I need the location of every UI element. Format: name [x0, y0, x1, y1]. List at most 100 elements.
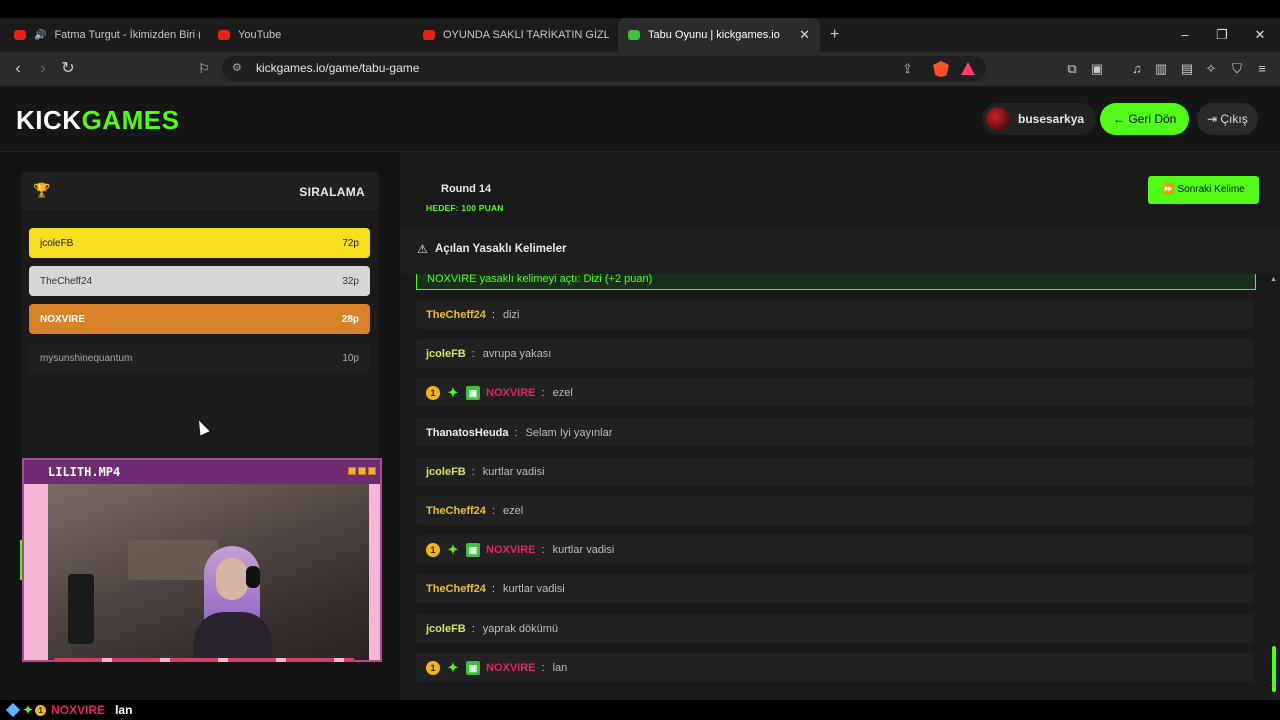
- chat-username[interactable]: NOXVIRE: [486, 662, 536, 674]
- chat-username[interactable]: ThanatosHeuda: [426, 427, 509, 439]
- site-settings-icon[interactable]: ⚙: [232, 61, 242, 74]
- chat-separator: :: [541, 386, 545, 399]
- streamer-figure: [194, 546, 272, 660]
- chat-username[interactable]: TheCheff24: [426, 505, 486, 517]
- chat-separator: :: [541, 543, 545, 556]
- browser-tab-3[interactable]: OYUNDA SAKLI TARİKATIN GİZLİ SIRI: [413, 18, 609, 52]
- close-window-icon[interactable]: ✕: [1250, 18, 1270, 52]
- forward-icon[interactable]: ›: [33, 59, 53, 79]
- new-tab-icon[interactable]: +: [830, 18, 839, 52]
- youtube-icon: [14, 30, 26, 40]
- scroll-down-icon[interactable]: ▼: [1270, 684, 1277, 691]
- chat-username[interactable]: TheCheff24: [426, 309, 486, 321]
- forbidden-words-header: ⚠ Açılan Yasaklı Kelimeler: [400, 228, 1280, 274]
- chat-text: ezel: [502, 504, 524, 517]
- chat-message: 1 ✦ ▣ NOXVIRE: ezel: [416, 378, 1254, 407]
- brave-rewards-icon[interactable]: [961, 62, 975, 75]
- forbidden-words-title: Açılan Yasaklı Kelimeler: [435, 243, 567, 255]
- vpn-icon[interactable]: ⛉: [1228, 61, 1246, 77]
- kickgames-logo[interactable]: KICKGAMES: [16, 105, 179, 136]
- chat-username[interactable]: jcoleFB: [426, 623, 466, 635]
- browser-tab-1[interactable]: 🔊 Fatma Turgut - İkimizden Biri (Ca: [4, 18, 200, 52]
- tab-title: Tabu Oyunu | kickgames.io: [648, 29, 780, 41]
- badge-one-icon: 1: [35, 704, 47, 716]
- chat-message: TheCheff24: dizi: [416, 300, 1254, 329]
- chat-message: 1 ✦ ▣ NOXVIRE: kurtlar vadisi: [416, 535, 1254, 564]
- chat-text: dizi: [502, 308, 520, 321]
- next-word-button[interactable]: ⏩ Sonraki Kelime: [1148, 176, 1259, 204]
- player-name: jcoleFB: [40, 237, 74, 249]
- chat-username[interactable]: NOXVIRE: [486, 544, 536, 556]
- exit-button[interactable]: ⇥ Çıkış: [1197, 103, 1258, 135]
- extensions-icon[interactable]: ⧉: [1063, 61, 1081, 77]
- chat-feed[interactable]: NOXVIRE yasaklı kelimeyi açtı: Dizi (+2 …: [416, 274, 1256, 692]
- webcam-overlay: LILITH.MP4: [22, 458, 382, 662]
- tab-title: OYUNDA SAKLI TARİKATIN GİZLİ SIRI: [443, 29, 609, 41]
- chat-message: TheCheff24: kurtlar vadisi: [416, 574, 1254, 603]
- user-profile[interactable]: busesarkya: [982, 103, 1097, 135]
- url-text[interactable]: kickgames.io/game/tabu-game: [256, 61, 419, 75]
- ranking-row: mysunshinequantum 10p: [29, 343, 370, 373]
- sparkle-icon: ✦: [447, 384, 459, 400]
- round-target: HEDEF: 100 PUAN: [426, 203, 504, 213]
- chat-text: kurtlar vadisi: [502, 582, 565, 595]
- tab-search-icon[interactable]: ▣: [1088, 61, 1106, 77]
- webcam-border-decoration: [54, 658, 354, 662]
- round-info: Round 14 HEDEF: 100 PUAN ⏩ Sonraki Kelim…: [400, 152, 1280, 228]
- chat-text: kurtlar vadisi: [552, 543, 615, 556]
- chat-username[interactable]: jcoleFB: [426, 348, 466, 360]
- menu-icon[interactable]: ≡: [1253, 61, 1271, 76]
- sidebar-icon[interactable]: ▥: [1152, 61, 1170, 77]
- wallet-icon[interactable]: ▤: [1178, 61, 1196, 77]
- badge-one-icon: 1: [426, 542, 440, 557]
- chat-username[interactable]: NOXVIRE: [486, 387, 536, 399]
- address-bar[interactable]: ⚙ kickgames.io/game/tabu-game: [222, 56, 986, 82]
- chat-separator: :: [491, 308, 495, 321]
- back-icon[interactable]: ‹: [8, 59, 28, 79]
- back-button[interactable]: ← Geri Dön: [1100, 103, 1190, 135]
- tab-title: Fatma Turgut - İkimizden Biri (Ca: [54, 29, 200, 41]
- share-icon[interactable]: ⇪: [902, 61, 913, 77]
- webcam-title: LILITH.MP4: [48, 465, 121, 479]
- warning-icon: ⚠: [417, 242, 428, 256]
- avatar: [986, 107, 1010, 131]
- chat-separator: :: [471, 465, 475, 478]
- chat-separator: :: [514, 426, 518, 439]
- chat-text: lan: [552, 661, 568, 674]
- chat-message: jcoleFB: kurtlar vadisi: [416, 457, 1254, 486]
- ranking-card: 🏆 SIRALAMA jcoleFB 72p TheCheff24 32p NO…: [21, 172, 379, 460]
- stream-chat-overlay: ✦ 1 NOXVIRE lan: [0, 700, 1280, 720]
- chat-username[interactable]: TheCheff24: [426, 583, 486, 595]
- chat-scrollbar[interactable]: ▲ ▼: [1270, 274, 1277, 694]
- browser-toolbar: ‹ › ↻ ⚐ ⚙ kickgames.io/game/tabu-game ⇪ …: [0, 52, 1280, 86]
- chat-text: Selam Iyi yayınlar: [525, 426, 613, 439]
- browser-tab-2[interactable]: YouTube: [208, 18, 404, 52]
- username: busesarkya: [1018, 112, 1085, 126]
- webcam-titlebar: LILITH.MP4: [24, 460, 380, 484]
- badge-one-icon: 1: [426, 385, 440, 400]
- speaker-icon[interactable]: 🔊: [34, 30, 46, 41]
- webcam-video: [48, 484, 369, 660]
- chat-username[interactable]: jcoleFB: [426, 466, 466, 478]
- bookmark-icon[interactable]: ⚐: [194, 59, 214, 79]
- overlay-username: NOXVIRE: [51, 703, 106, 717]
- ranking-header: 🏆 SIRALAMA: [21, 172, 379, 210]
- close-tab-icon[interactable]: ✕: [799, 27, 810, 43]
- media-icon[interactable]: ♫: [1128, 61, 1146, 76]
- system-message: NOXVIRE yasaklı kelimeyi açtı: Dizi (+2 …: [416, 274, 1256, 290]
- scroll-up-icon[interactable]: ▲: [1270, 276, 1277, 283]
- leo-ai-icon[interactable]: ✧: [1202, 61, 1220, 77]
- chat-separator: :: [471, 622, 475, 635]
- browser-tab-active[interactable]: Tabu Oyunu | kickgames.io ✕: [618, 18, 820, 52]
- diamond-icon: [5, 702, 21, 718]
- youtube-icon: [423, 30, 435, 40]
- chat-text: ezel: [552, 386, 573, 399]
- minimize-icon: [348, 467, 356, 475]
- sparkle-icon: ✦: [447, 659, 459, 675]
- chat-message: jcoleFB: yaprak dökümü: [416, 614, 1254, 643]
- restore-icon[interactable]: ❐: [1212, 18, 1232, 52]
- player-points: 32p: [342, 275, 359, 287]
- reload-icon[interactable]: ↻: [58, 59, 78, 79]
- player-name: NOXVIRE: [40, 313, 86, 325]
- minimize-icon[interactable]: –: [1175, 18, 1195, 52]
